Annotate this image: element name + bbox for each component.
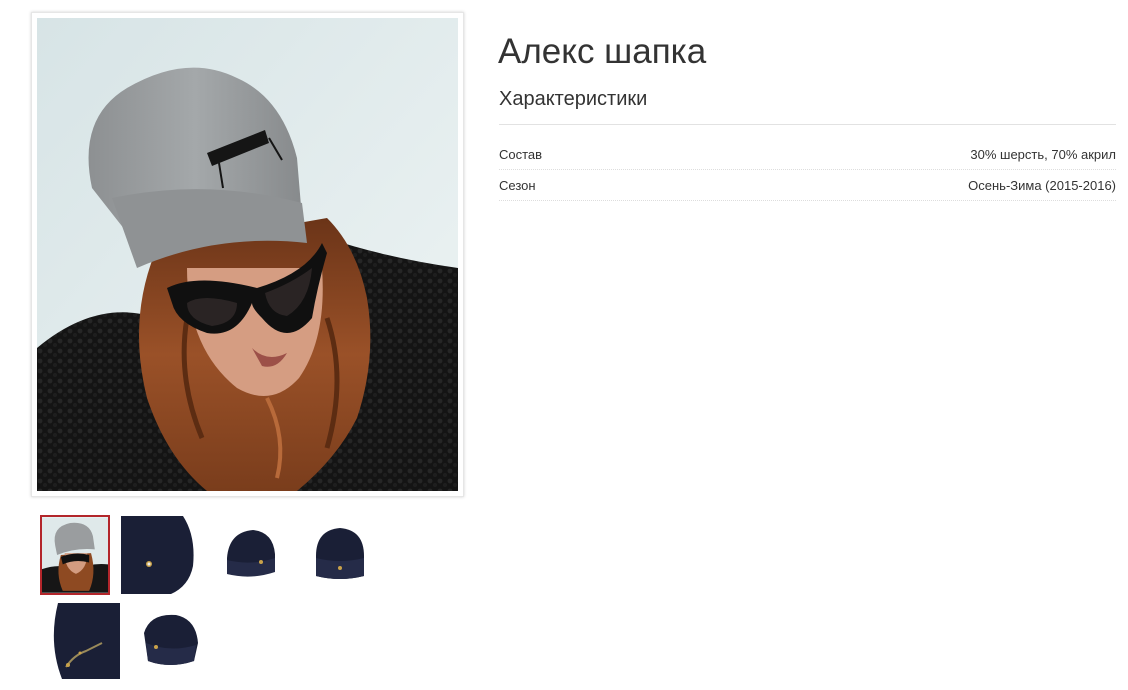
woman-grey-beanie-photo <box>37 18 458 491</box>
spec-name: Сезон <box>499 178 536 193</box>
thumbnail-woman-grey-beanie[interactable] <box>40 515 110 595</box>
main-product-image[interactable] <box>31 12 464 497</box>
navy-beanie-angle-thumb <box>130 603 206 679</box>
spec-row-composition: Состав 30% шерсть, 70% акрил <box>499 140 1116 170</box>
spec-value: Осень-Зима (2015-2016) <box>968 178 1116 193</box>
thumbnail-navy-beanie-closeup[interactable] <box>121 516 196 594</box>
specs-divider <box>499 124 1116 125</box>
navy-beanie-closeup-thumb <box>121 516 196 594</box>
spec-name: Состав <box>499 147 543 162</box>
thumbnail-navy-beanie-angle[interactable] <box>130 603 206 679</box>
spec-row-season: Сезон Осень-Зима (2015-2016) <box>499 171 1116 201</box>
thumbnail-navy-beanie-detail[interactable] <box>44 603 120 679</box>
thumbnail-navy-beanie-side[interactable] <box>213 518 289 594</box>
product-page: Алекс шапка Характеристики Состав 30% ше… <box>0 0 1128 690</box>
navy-beanie-front-thumb <box>302 518 378 594</box>
woman-grey-beanie-thumb <box>42 517 108 593</box>
spec-value: 30% шерсть, 70% акрил <box>970 147 1116 162</box>
product-title: Алекс шапка <box>498 32 707 71</box>
navy-beanie-detail-thumb <box>44 603 120 679</box>
thumbnail-navy-beanie-front[interactable] <box>302 518 378 594</box>
specs-heading: Характеристики <box>499 88 648 110</box>
navy-beanie-side-thumb <box>213 518 289 594</box>
